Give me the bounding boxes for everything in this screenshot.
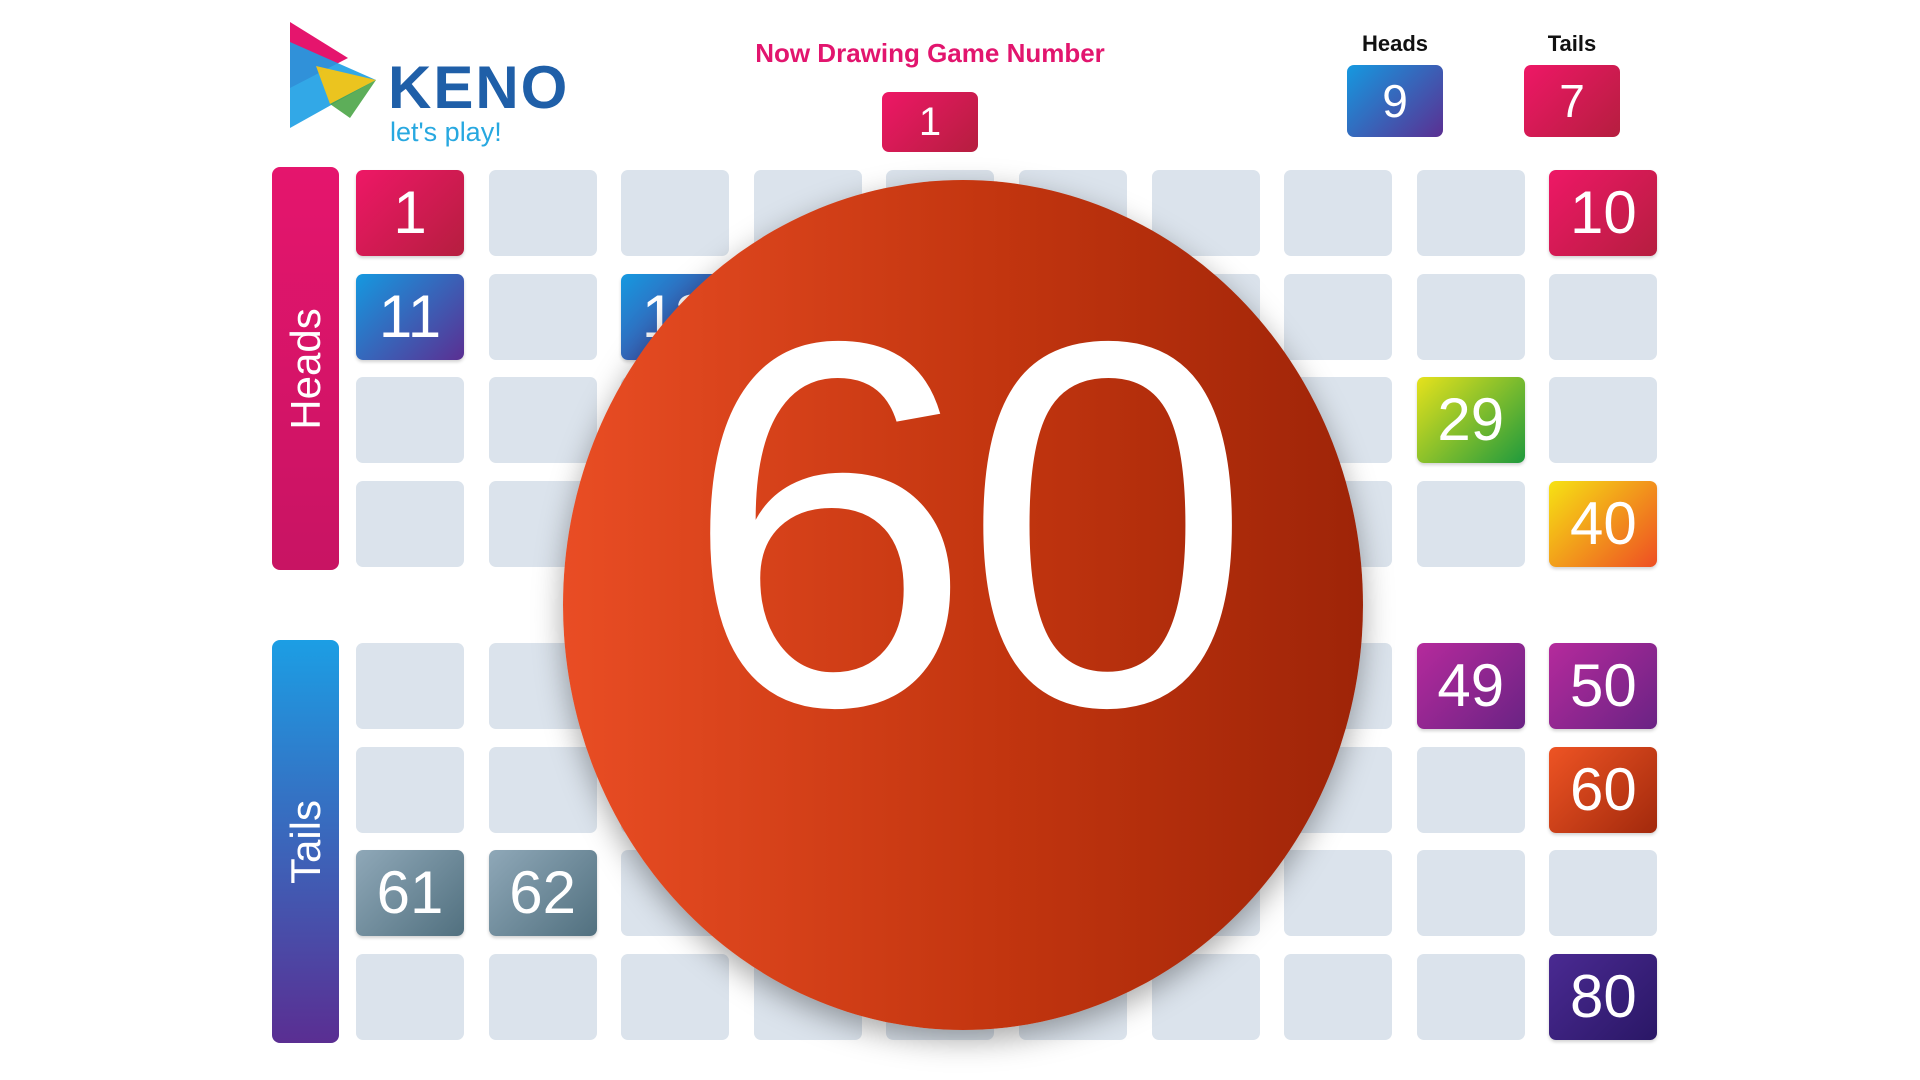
- drawn-cell-10: 10: [1549, 170, 1658, 256]
- empty-cell-9: [1416, 170, 1525, 256]
- current-ball-number: 60: [683, 234, 1252, 815]
- empty-cell-70: [1549, 850, 1658, 936]
- drawn-cell-61: 61: [356, 850, 464, 936]
- empty-cell-31: [356, 481, 464, 567]
- keno-screen: KENO let's play! Now Drawing Game Number…: [0, 0, 1920, 1080]
- empty-cell-20: [1549, 274, 1658, 360]
- empty-cell-39: [1416, 481, 1525, 567]
- drawn-cell-40: 40: [1549, 481, 1658, 567]
- empty-cell-51: [356, 747, 464, 833]
- empty-cell-71: [356, 954, 464, 1040]
- empty-cell-19: [1416, 274, 1525, 360]
- drawn-cell-60: 60: [1549, 747, 1658, 833]
- empty-cell-72: [488, 954, 597, 1040]
- empty-cell-59: [1416, 747, 1525, 833]
- drawn-cell-29: 29: [1416, 377, 1525, 463]
- empty-cell-73: [621, 954, 730, 1040]
- empty-cell-69: [1416, 850, 1525, 936]
- empty-cell-21: [356, 377, 464, 463]
- drawn-cell-80: 80: [1549, 954, 1658, 1040]
- empty-cell-30: [1549, 377, 1658, 463]
- drawn-cell-50: 50: [1549, 643, 1658, 729]
- current-ball: 60: [563, 180, 1363, 1030]
- empty-cell-79: [1416, 954, 1525, 1040]
- drawn-cell-49: 49: [1416, 643, 1525, 729]
- drawn-cell-11: 11: [356, 274, 464, 360]
- empty-cell-41: [356, 643, 464, 729]
- empty-cell-78: [1284, 954, 1393, 1040]
- drawn-cell-1: 1: [356, 170, 464, 256]
